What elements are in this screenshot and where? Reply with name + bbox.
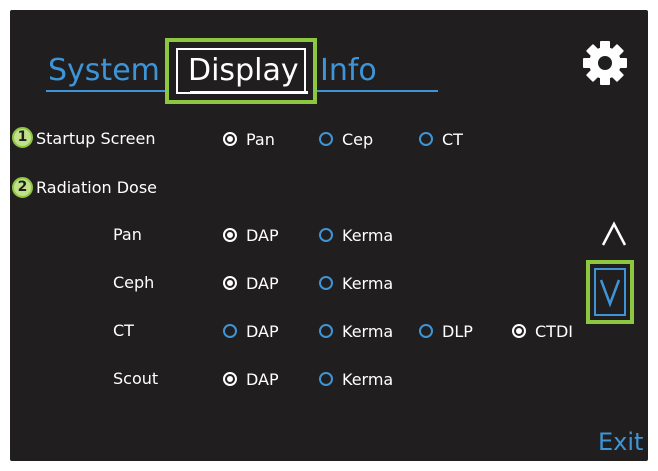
radio-button [223,324,237,338]
exit-button[interactable]: Exit [598,428,643,456]
radio-button [319,132,333,146]
dose-row-label-scout: Scout [113,369,159,388]
radio-button [223,132,237,146]
active-tab-indicator [190,91,308,94]
settings-screen: System Display Info 1 Startup Screen Pan… [10,10,648,461]
option-label: CTDI [535,321,573,341]
chevron-down-icon [599,279,621,308]
callout-badge-2: 2 [12,177,33,198]
option-label: Kerma [342,225,394,245]
radiation-dose-label: Radiation Dose [36,178,157,197]
option-label: Cep [342,129,374,149]
startup-screen-label: Startup Screen [36,129,156,148]
dose-row-label-pan: Pan [113,225,142,244]
scroll-down-highlight [586,260,634,324]
radio-button [319,276,333,290]
pan-option-kerma[interactable]: Kerma [319,225,393,245]
option-label: Kerma [342,273,394,293]
scout-option-kerma[interactable]: Kerma [319,369,393,389]
ceph-option-dap[interactable]: DAP [223,273,279,293]
radio-button [223,372,237,386]
radio-button [419,132,433,146]
scout-option-dap[interactable]: DAP [223,369,279,389]
radio-button [319,372,333,386]
startup-option-pan[interactable]: Pan [223,129,275,149]
chevron-up-icon[interactable] [600,220,628,248]
radio-button [319,228,333,242]
option-label: DAP [246,273,279,293]
ceph-option-kerma[interactable]: Kerma [319,273,393,293]
option-label: Kerma [342,321,394,341]
option-label: Kerma [342,369,394,389]
dose-row-label-ct: CT [113,321,134,340]
ct-option-dlp[interactable]: DLP [419,321,473,341]
ct-option-kerma[interactable]: Kerma [319,321,393,341]
radio-button [319,324,333,338]
startup-option-cep[interactable]: Cep [319,129,373,149]
radio-button [223,228,237,242]
option-label: DAP [246,369,279,389]
startup-option-ct[interactable]: CT [419,129,463,149]
callout-badge-1: 1 [12,127,33,148]
option-label: DAP [246,321,279,341]
gear-icon[interactable] [581,39,629,87]
option-label: Pan [246,129,275,149]
ct-option-dap[interactable]: DAP [223,321,279,341]
tab-display[interactable]: Display [176,48,308,94]
dose-row-label-ceph: Ceph [113,273,155,292]
radio-button [223,276,237,290]
tab-system[interactable]: System [48,54,160,88]
pan-option-dap[interactable]: DAP [223,225,279,245]
option-label: CT [442,129,463,149]
tab-display-label: Display [188,53,299,88]
tab-display-highlight: Display [165,38,317,104]
scroll-down-button[interactable] [594,268,626,316]
radio-button [419,324,433,338]
option-label: DAP [246,225,279,245]
radio-button [512,324,526,338]
ct-option-ctdi[interactable]: CTDI [512,321,573,341]
tab-info[interactable]: Info [320,54,377,88]
option-label: DLP [442,321,473,341]
